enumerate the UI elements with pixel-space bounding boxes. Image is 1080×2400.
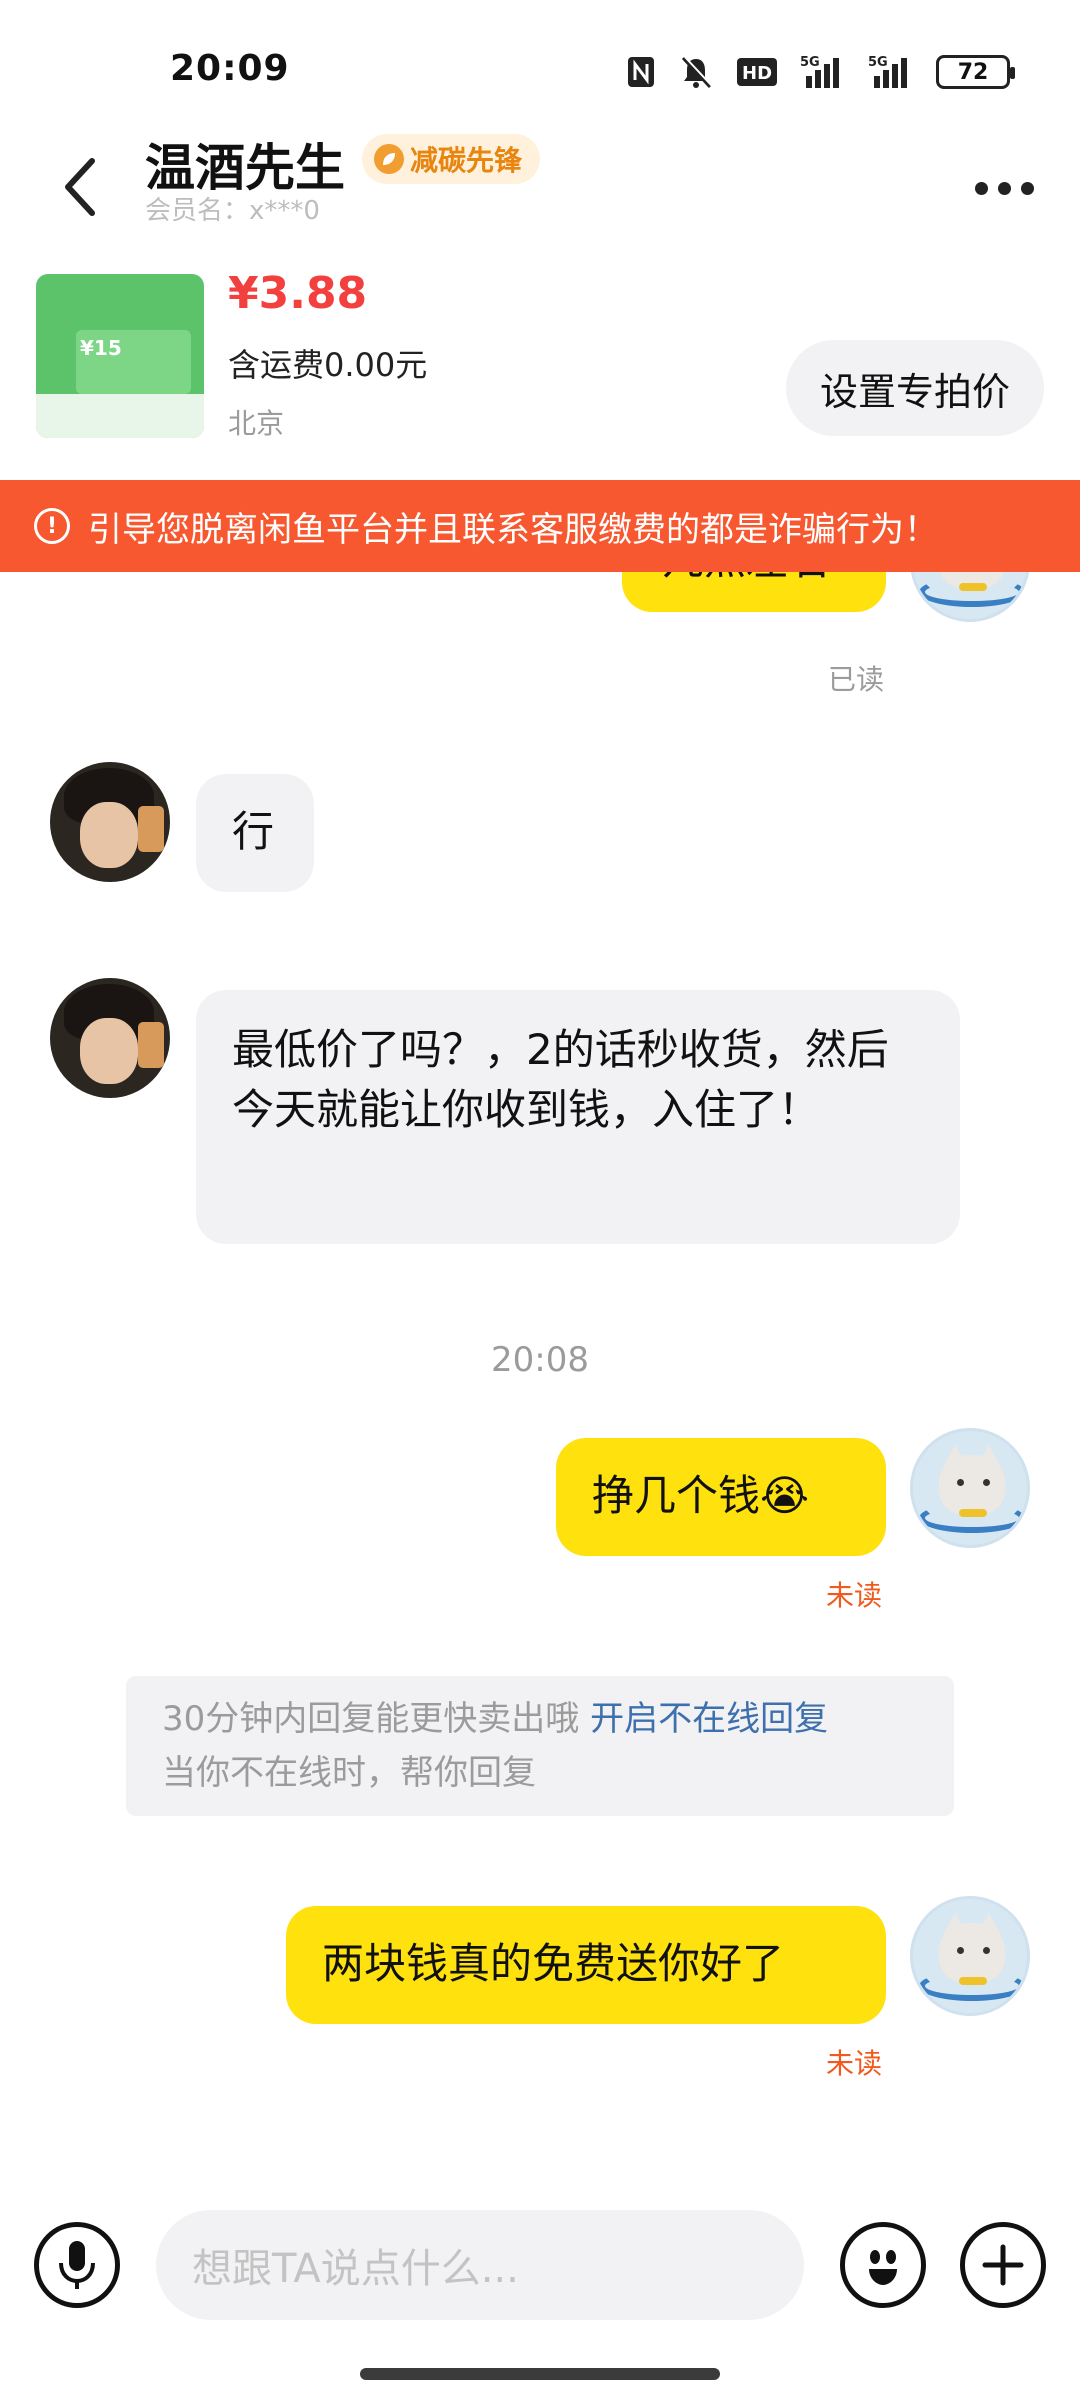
avatar-ring: [919, 577, 1025, 607]
read-status: 已读: [828, 663, 885, 696]
my-avatar[interactable]: [910, 1896, 1030, 2016]
unread-status: 未读: [826, 1579, 883, 1612]
avatar-eye: [957, 1479, 964, 1486]
my-message-bubble[interactable]: 几点左右: [622, 572, 886, 612]
svg-text:5G: 5G: [868, 55, 888, 70]
nfc-icon: [626, 54, 656, 90]
smiley-icon: [869, 2250, 897, 2285]
add-button[interactable]: [960, 2222, 1046, 2308]
avatar-eye: [983, 1947, 990, 1954]
avatar-accent: [959, 1509, 987, 1517]
product-card[interactable]: ¥15 ¥3.88 含运费0.00元 北京 设置专拍价: [0, 260, 1080, 480]
plus-icon: [982, 2244, 1024, 2286]
tip-line-2: 当你不在线时，帮你回复: [162, 1753, 536, 1793]
input-bar: 想跟TA说点什么...: [0, 2190, 1080, 2340]
avatar-eye: [957, 1947, 964, 1954]
hd-icon: HD: [736, 54, 778, 90]
their-message-bubble[interactable]: 最低价了吗？，2的话秒收货，然后今天就能让你收到钱，入住了！: [196, 990, 960, 1244]
5g-signal-icon: 5G: [868, 54, 914, 90]
tip-text: 30分钟内回复能更快卖出哦: [162, 1699, 580, 1739]
avatar-ring: [919, 1503, 1025, 1533]
avatar-face: [80, 1018, 138, 1084]
avatar-eye: [983, 1479, 990, 1486]
avatar-accent: [959, 1977, 987, 1985]
set-special-price-button[interactable]: 设置专拍价: [785, 340, 1044, 436]
svg-text:HD: HD: [742, 63, 772, 84]
status-icons: HD 5G 5G 72: [626, 52, 1015, 92]
more-dot: [998, 181, 1011, 195]
emoji-button[interactable]: [840, 2222, 926, 2308]
microphone-icon: [59, 2241, 95, 2289]
more-options-button[interactable]: [975, 158, 1034, 218]
avatar-face: [80, 802, 138, 868]
product-location: 北京: [228, 407, 285, 440]
thumbnail-strip: [36, 394, 204, 438]
mute-icon: [678, 54, 714, 90]
avatar-ring: [919, 1971, 1025, 2001]
member-name: 会员名：x***0: [145, 196, 320, 226]
fraud-warning-banner: ! 引导您脱离闲鱼平台并且联系客服缴费的都是诈骗行为！: [0, 480, 1080, 572]
chevron-left-icon: [65, 158, 95, 216]
status-bar: 20:09 HD 5G 5G 72: [0, 0, 1080, 140]
message-list[interactable]: 几点左右 已读 行 最低价了吗？，2的话秒收货，然后今天就能让你收到钱，入住了！…: [0, 572, 1080, 2192]
carbon-badge[interactable]: 减碳先锋: [362, 134, 541, 184]
more-dot: [1021, 181, 1034, 195]
avatar-accent: [959, 583, 987, 591]
product-thumbnail[interactable]: ¥15: [36, 274, 204, 438]
tip-line-1: 30分钟内回复能更快卖出哦 开启不在线回复: [162, 1692, 918, 1746]
home-indicator[interactable]: [360, 2368, 720, 2380]
warning-text: 引导您脱离闲鱼平台并且联系客服缴费的都是诈骗行为！: [88, 509, 938, 550]
product-price: ¥3.88: [228, 268, 368, 319]
unread-status: 未读: [826, 2047, 883, 2080]
my-avatar[interactable]: [910, 1428, 1030, 1548]
contact-avatar[interactable]: [50, 978, 170, 1098]
message-input[interactable]: 想跟TA说点什么...: [156, 2210, 804, 2320]
my-avatar[interactable]: [910, 572, 1030, 622]
contact-avatar[interactable]: [50, 762, 170, 882]
thumbnail-value: ¥15: [80, 336, 122, 360]
5g-signal-icon: 5G: [800, 54, 846, 90]
my-message-bubble[interactable]: 挣几个钱😭: [556, 1438, 886, 1556]
avatar-phone: [138, 806, 164, 852]
chat-header: 温酒先生 减碳先锋 会员名：x***0: [0, 120, 1080, 250]
enable-offline-reply-link[interactable]: 开启不在线回复: [590, 1699, 828, 1739]
exclamation-icon: !: [34, 508, 70, 544]
back-button[interactable]: [50, 142, 110, 232]
shipping-fee: 含运费0.00元: [228, 346, 428, 384]
auto-reply-tip: 30分钟内回复能更快卖出哦 开启不在线回复 当你不在线时，帮你回复: [126, 1676, 954, 1816]
time-divider: 20:08: [491, 1340, 589, 1380]
voice-button[interactable]: [34, 2222, 120, 2308]
leaf-icon: [374, 144, 404, 174]
battery-level: 72: [957, 59, 989, 85]
their-message-bubble[interactable]: 行: [196, 774, 314, 892]
badge-label: 减碳先锋: [410, 144, 523, 177]
my-message-bubble[interactable]: 两块钱真的免费送你好了: [286, 1906, 886, 2024]
status-time: 20:09: [170, 48, 290, 89]
avatar-phone: [138, 1022, 164, 1068]
svg-text:5G: 5G: [800, 55, 820, 70]
more-dot: [975, 181, 988, 195]
battery-icon: 72: [936, 55, 1015, 89]
